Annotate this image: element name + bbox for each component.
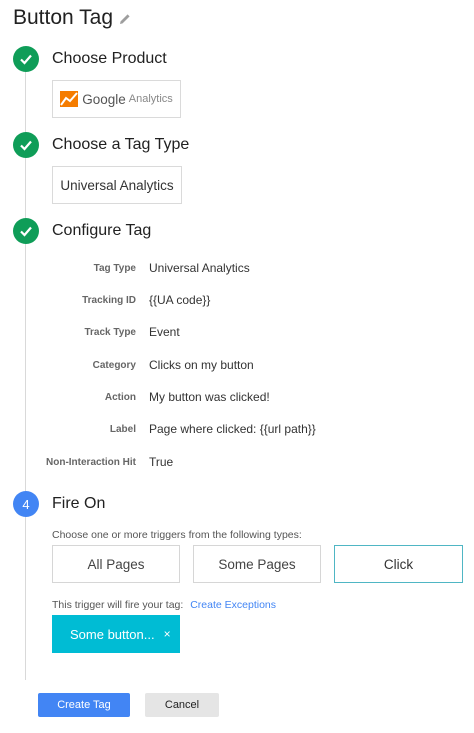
config-label: Label [109, 424, 136, 435]
check-icon [13, 46, 39, 72]
config-label: Category [92, 360, 136, 371]
config-row-action: Action My button was clicked! [0, 389, 474, 409]
chip-label: Some button... [70, 626, 155, 642]
trigger-hint: Choose one or more triggers from the fol… [52, 529, 302, 541]
config-row-tracking-id: Tracking ID {{UA code}} [0, 292, 474, 312]
step-title-choose-tag-type: Choose a Tag Type [52, 136, 190, 153]
step-title-configure-tag: Configure Tag [52, 222, 152, 239]
config-row-tag-type: Tag Type Universal Analytics [0, 260, 474, 280]
close-icon[interactable]: × [164, 627, 171, 641]
trigger-click[interactable]: Click [334, 545, 463, 583]
create-tag-button[interactable]: Create Tag [38, 693, 130, 717]
config-value: Page where clicked: {{url path}} [149, 422, 316, 436]
trigger-note-row: This trigger will fire your tag: Create … [52, 599, 276, 611]
trigger-some-pages[interactable]: Some Pages [193, 545, 321, 583]
analytics-chart-icon [60, 91, 79, 107]
step-title-fire-on: Fire On [52, 495, 106, 512]
google-analytics-logo: Google Analytics [60, 91, 173, 107]
pencil-icon[interactable] [119, 12, 131, 24]
config-value: Universal Analytics [149, 261, 250, 275]
config-label: Track Type [84, 327, 136, 338]
selected-trigger-chip[interactable]: Some button... × [52, 615, 180, 653]
config-label: Action [104, 392, 136, 403]
config-row-track-type: Track Type Event [0, 324, 474, 344]
step-number-badge: 4 [13, 491, 39, 517]
trigger-all-pages[interactable]: All Pages [52, 545, 180, 583]
title-row: Button Tag [13, 6, 131, 30]
create-exceptions-link[interactable]: Create Exceptions [190, 599, 276, 611]
config-row-category: Category Clicks on my button [0, 357, 474, 377]
page-title: Button Tag [13, 6, 114, 29]
logo-google-text: Google [82, 91, 126, 107]
check-icon [13, 218, 39, 244]
config-row-non-interaction-hit: Non-Interaction Hit True [0, 454, 474, 474]
config-value: {{UA code}} [149, 293, 211, 307]
step-title-choose-product: Choose Product [52, 50, 167, 67]
cancel-button[interactable]: Cancel [145, 693, 219, 717]
config-label: Tracking ID [82, 295, 136, 306]
trigger-note: This trigger will fire your tag: [52, 599, 184, 611]
config-label: Non-Interaction Hit [46, 457, 136, 468]
config-value: My button was clicked! [149, 390, 270, 404]
config-row-label: Label Page where clicked: {{url path}} [0, 421, 474, 441]
config-value: Clicks on my button [149, 358, 254, 372]
config-label: Tag Type [93, 263, 136, 274]
check-icon [13, 132, 39, 158]
logo-analytics-text: Analytics [128, 93, 173, 105]
config-value: True [149, 455, 174, 469]
product-google-analytics[interactable]: Google Analytics [52, 80, 181, 118]
tag-type-universal-analytics[interactable]: Universal Analytics [52, 166, 182, 204]
config-value: Event [149, 325, 180, 339]
